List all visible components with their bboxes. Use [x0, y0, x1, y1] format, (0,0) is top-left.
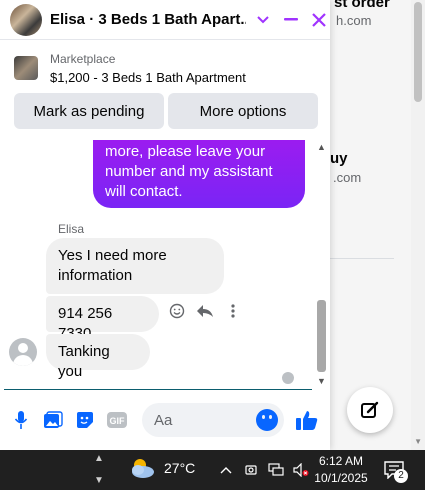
temperature: 27°C — [164, 460, 196, 476]
svg-text:GIF: GIF — [110, 416, 126, 426]
contact-avatar[interactable] — [10, 3, 42, 36]
volume-muted-icon[interactable] — [293, 462, 309, 478]
network-icon[interactable] — [268, 462, 284, 478]
scroll-down-arrow-icon[interactable]: ▼ — [317, 376, 326, 386]
background-item-title[interactable]: uy — [330, 150, 348, 167]
outgoing-message[interactable]: more, please leave your number and my as… — [93, 140, 305, 208]
clock-time: 6:12 AM — [318, 454, 364, 468]
more-vertical-icon[interactable] — [224, 302, 242, 320]
sender-name: Elisa — [58, 222, 85, 236]
background-sidebar — [330, 0, 411, 450]
chevron-down-icon[interactable] — [252, 9, 274, 31]
message-thread[interactable]: more, please leave your number and my as… — [0, 140, 314, 388]
scroll-down-arrow-icon[interactable]: ▼ — [414, 437, 422, 446]
background-item-title[interactable]: st order — [334, 0, 390, 11]
page-scrollbar[interactable]: ▼ — [411, 0, 425, 450]
scroll-up-arrow-icon[interactable]: ▲ — [317, 142, 326, 152]
incoming-message[interactable]: 914 256 7330 — [46, 296, 159, 342]
marketplace-label: Marketplace — [50, 52, 116, 66]
thread-scrollbar[interactable]: ▲ ▼ — [314, 140, 330, 388]
sender-avatar[interactable] — [9, 338, 37, 366]
minimize-icon[interactable] — [280, 9, 302, 31]
thumbs-up-icon[interactable] — [294, 407, 320, 433]
weather-cloud-icon — [132, 459, 154, 478]
reply-icon[interactable] — [196, 302, 214, 320]
notification-center-button[interactable]: 2 — [384, 461, 408, 483]
message-input-placeholder: Aa — [154, 411, 173, 429]
seen-indicator-avatar — [282, 372, 294, 384]
chevron-down-icon[interactable]: ▼ — [94, 475, 104, 486]
chat-window: Elisa · 3 Beds 1 Bath Apart... Marketpla… — [0, 0, 330, 450]
sync-icon[interactable] — [243, 462, 259, 478]
windows-taskbar: ▲ ▼ 27°C 6:12 AM 10/1/2025 2 — [0, 450, 425, 490]
mark-as-pending-button[interactable]: Mark as pending — [14, 93, 164, 129]
microphone-icon[interactable] — [10, 409, 32, 431]
clock-date: 10/1/2025 — [314, 471, 368, 485]
system-clock[interactable]: 6:12 AM 10/1/2025 — [312, 453, 370, 487]
new-message-button[interactable] — [347, 387, 393, 433]
emoji-icon[interactable] — [256, 409, 278, 431]
react-smiley-icon[interactable] — [168, 302, 186, 320]
background-item-subtitle: h.com — [336, 13, 372, 28]
listing-title: $1,200 - 3 Beds 1 Bath Apartment — [50, 70, 246, 85]
chat-title[interactable]: Elisa · 3 Beds 1 Bath Apart... — [50, 11, 246, 28]
weather-widget[interactable]: 27°C — [128, 456, 195, 480]
incoming-message[interactable]: Yes I need more information — [46, 238, 224, 294]
more-options-button[interactable]: More options — [168, 93, 318, 129]
listing-actions: Mark as pending More options — [14, 93, 318, 129]
chevron-up-icon[interactable]: ▲ — [94, 453, 104, 464]
taskbar-scroll-control[interactable]: ▲ ▼ — [94, 450, 106, 490]
photo-icon[interactable] — [42, 409, 64, 431]
message-composer: GIF Aa — [0, 395, 330, 445]
composer-divider — [4, 389, 312, 390]
marketplace-listing[interactable]: Marketplace $1,200 - 3 Beds 1 Bath Apart… — [0, 44, 330, 90]
gif-icon[interactable]: GIF — [106, 409, 128, 431]
sticker-icon[interactable] — [74, 409, 96, 431]
incoming-message[interactable]: Tanking you — [46, 334, 150, 380]
notification-count-badge: 2 — [394, 469, 408, 483]
listing-thumbnail — [14, 56, 38, 80]
thread-scrollbar-thumb[interactable] — [317, 300, 326, 372]
background-item-subtitle: .com — [333, 170, 362, 185]
message-input[interactable]: Aa — [142, 403, 284, 437]
chat-header[interactable]: Elisa · 3 Beds 1 Bath Apart... — [0, 0, 330, 40]
system-tray — [218, 462, 309, 478]
show-hidden-icons-icon[interactable] — [218, 462, 234, 478]
page-scrollbar-thumb[interactable] — [414, 2, 422, 102]
background-divider — [330, 258, 394, 259]
compose-icon — [361, 401, 379, 418]
close-icon[interactable] — [308, 9, 330, 31]
